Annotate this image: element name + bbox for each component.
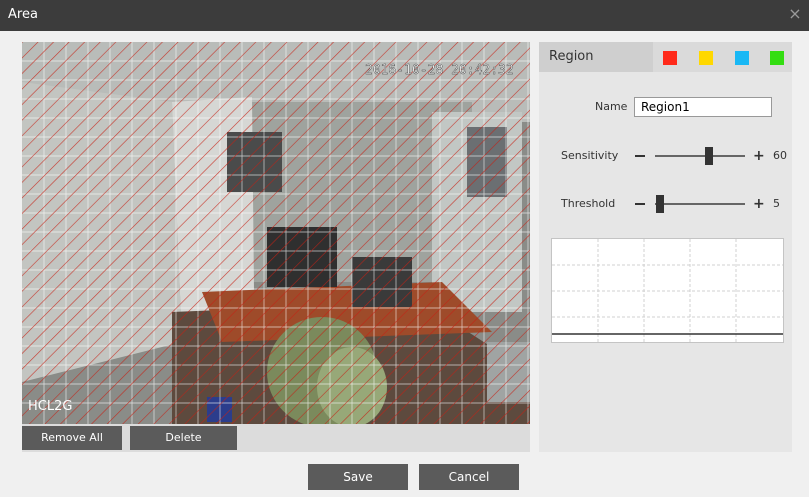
- threshold-plus-icon[interactable]: +: [753, 196, 765, 212]
- threshold-slider[interactable]: + 5: [635, 194, 795, 214]
- dialog-title: Area: [8, 7, 38, 22]
- video-pane: 2016-10-28 20:42:32 HCL2G Remove All Del…: [22, 42, 530, 452]
- name-label: Name: [595, 100, 628, 113]
- cancel-button[interactable]: Cancel: [419, 464, 519, 490]
- title-bar[interactable]: Area ×: [0, 0, 809, 31]
- region-color-red[interactable]: [663, 51, 677, 65]
- region-name-input[interactable]: Region1: [634, 97, 772, 117]
- remove-all-button[interactable]: Remove All: [22, 426, 122, 450]
- region-color-green[interactable]: [770, 51, 784, 65]
- sensitivity-label: Sensitivity: [561, 149, 619, 162]
- sensitivity-plus-icon[interactable]: +: [753, 148, 765, 164]
- threshold-label: Threshold: [561, 197, 616, 210]
- region-tab[interactable]: Region: [539, 42, 653, 72]
- delete-button[interactable]: Delete: [130, 426, 237, 450]
- motion-graph: [551, 238, 784, 343]
- sensitivity-value: 60: [773, 149, 787, 162]
- region-color-blue[interactable]: [735, 51, 749, 65]
- region-color-yellow[interactable]: [699, 51, 713, 65]
- camera-label: HCL2G: [28, 399, 72, 414]
- camera-preview[interactable]: 2016-10-28 20:42:32 HCL2G: [22, 42, 530, 424]
- threshold-minus-icon[interactable]: [635, 203, 645, 205]
- video-timestamp: 2016-10-28 20:42:32: [365, 63, 514, 78]
- sensitivity-minus-icon[interactable]: [635, 155, 645, 157]
- sensitivity-track[interactable]: [655, 155, 745, 157]
- camera-scene: 2016-10-28 20:42:32 HCL2G: [22, 42, 530, 424]
- threshold-thumb[interactable]: [655, 195, 664, 213]
- region-tab-label: Region: [549, 49, 594, 64]
- threshold-track[interactable]: [655, 203, 745, 205]
- sensitivity-slider[interactable]: + 60: [635, 146, 795, 166]
- region-header: Region: [539, 42, 792, 72]
- save-button[interactable]: Save: [308, 464, 408, 490]
- motion-graph-canvas: [552, 239, 783, 342]
- sensitivity-thumb[interactable]: [705, 147, 713, 165]
- close-icon[interactable]: ×: [785, 4, 805, 24]
- area-button-row: Remove All Delete: [22, 424, 530, 452]
- region-panel: Region Name Region1 Sensitivity + 60 Thr…: [539, 42, 792, 452]
- threshold-value: 5: [773, 197, 780, 210]
- area-dialog: Area × 2016-10-28 20:42:32 HCL2G Remove …: [0, 0, 809, 497]
